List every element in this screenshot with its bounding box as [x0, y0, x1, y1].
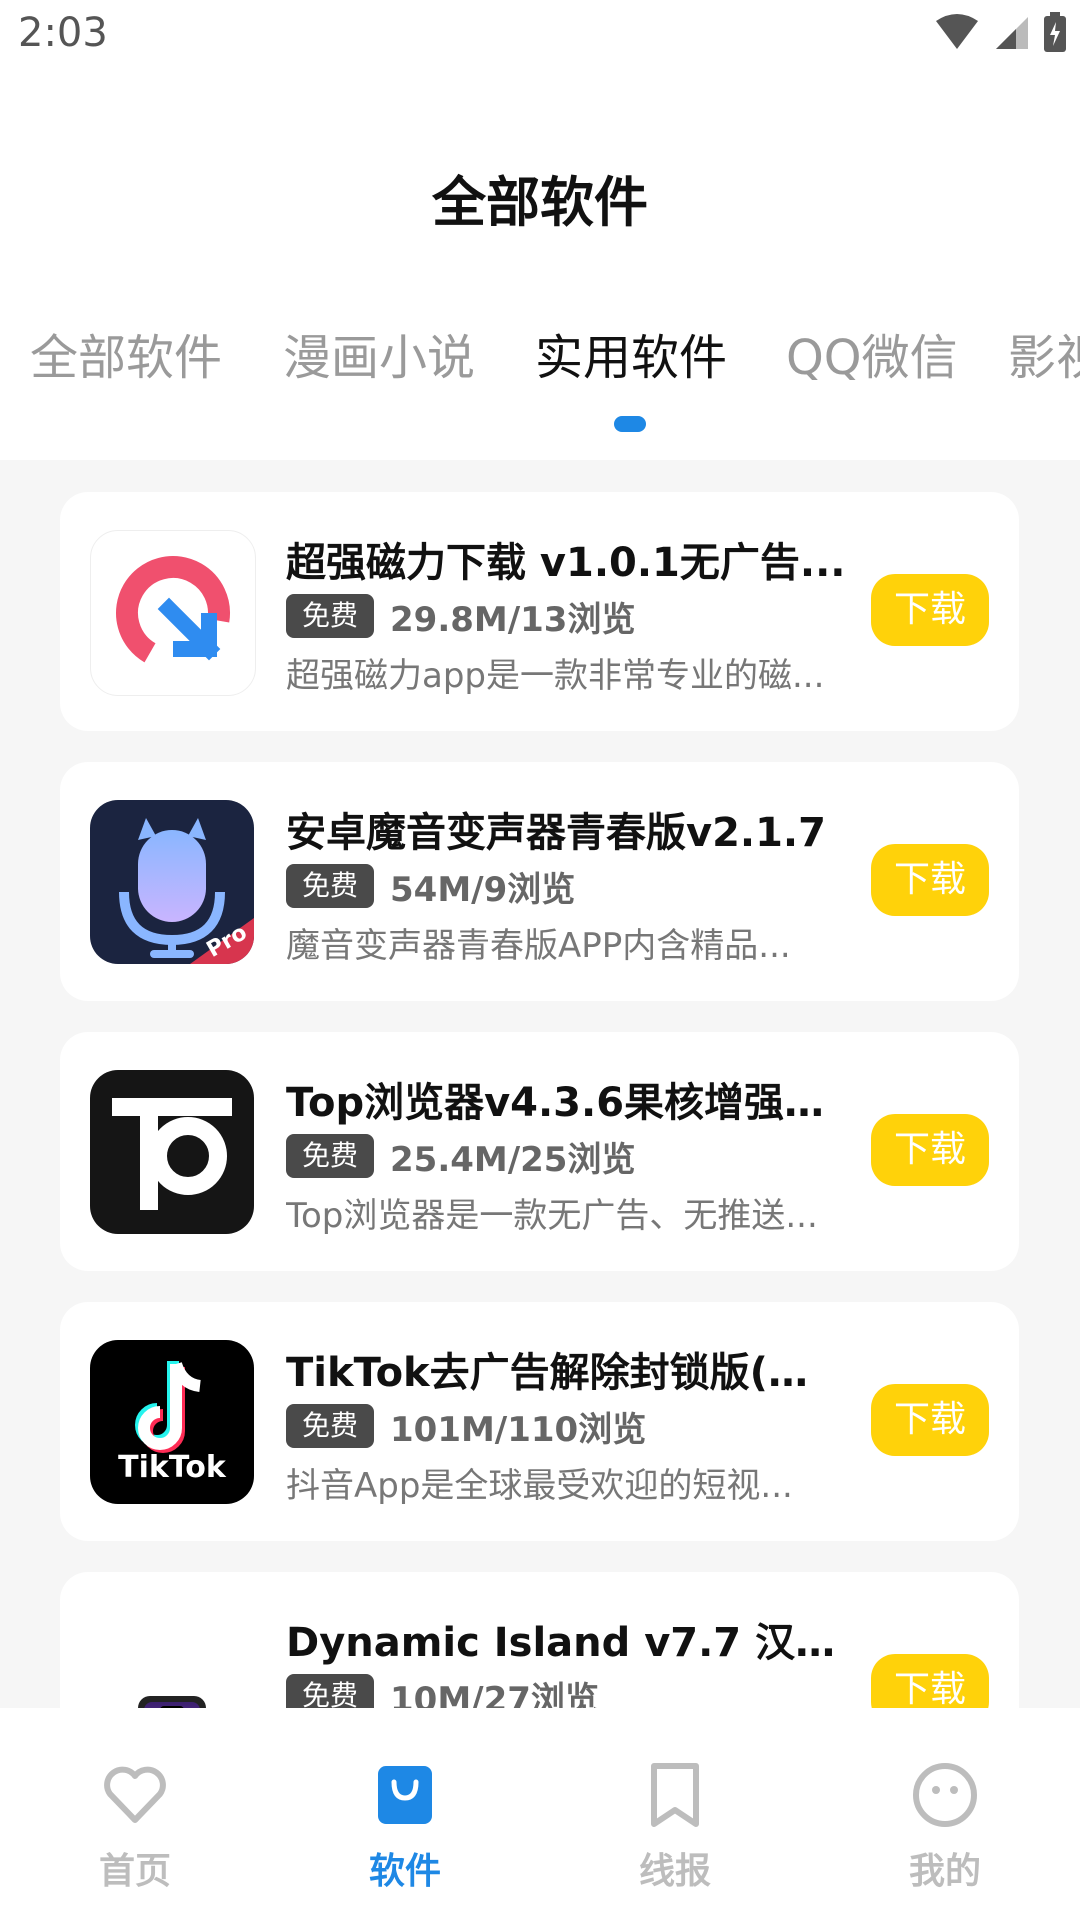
nav-deals[interactable]: 线报 — [595, 1760, 755, 1894]
heart-icon — [104, 1766, 166, 1823]
tab-utility-software[interactable]: 实用软件 — [535, 318, 727, 388]
app-meta: 25.4M/25浏览 — [390, 1140, 636, 1180]
app-name: 超强磁力下载 v1.0.1无广告... — [286, 540, 846, 586]
status-time: 2:03 — [18, 10, 108, 56]
app-meta: 54M/9浏览 — [390, 870, 576, 910]
app-card[interactable]: TikTok TikTok去广告解除封锁版(抖... 免费 101M/110浏览… — [60, 1302, 1019, 1541]
app-meta: 101M/110浏览 — [390, 1410, 647, 1450]
app-card[interactable]: Dynamic Island v7.7 汉化版... 免费 10M/27浏览 下… — [60, 1572, 1019, 1708]
app-description: 抖音App是全球最受欢迎的短视... — [286, 1466, 793, 1506]
bottom-nav: 首页 软件 线报 我的 — [0, 1708, 1080, 1920]
free-badge: 免费 — [286, 864, 374, 908]
app-name: 安卓魔音变声器青春版v2.1.7 — [286, 810, 826, 856]
download-button[interactable]: 下载 — [871, 1654, 989, 1708]
voice-changer-icon: Pro — [90, 800, 254, 964]
tab-all-software[interactable]: 全部软件 — [30, 318, 222, 388]
bookmark-icon — [651, 1763, 699, 1827]
signal-icon — [996, 17, 1028, 49]
nav-label: 首页 — [98, 1851, 171, 1892]
magnet-download-icon — [90, 530, 256, 696]
free-badge: 免费 — [286, 594, 374, 638]
app-description: 超强磁力app是一款非常专业的磁... — [286, 656, 825, 696]
app-card[interactable]: Top浏览器v4.3.6果核增强版... 免费 25.4M/25浏览 Top浏览… — [60, 1032, 1019, 1271]
status-icons — [934, 12, 1066, 52]
download-button[interactable]: 下载 — [871, 574, 989, 646]
tiktok-icon: TikTok — [90, 1340, 254, 1504]
app-list: 超强磁力下载 v1.0.1无广告... 免费 29.8M/13浏览 超强磁力ap… — [0, 460, 1080, 1708]
nav-profile[interactable]: 我的 — [865, 1760, 1025, 1894]
app-card[interactable]: 超强磁力下载 v1.0.1无广告... 免费 29.8M/13浏览 超强磁力ap… — [60, 492, 1019, 731]
battery-icon — [1044, 12, 1066, 52]
top-browser-icon — [90, 1070, 254, 1234]
phone-icon — [90, 1610, 254, 1708]
bag-icon — [378, 1766, 432, 1824]
app-card[interactable]: Pro 安卓魔音变声器青春版v2.1.7 免费 54M/9浏览 魔音变声器青春版… — [60, 762, 1019, 1001]
tab-comics-novels[interactable]: 漫画小说 — [283, 318, 475, 388]
nav-label: 软件 — [368, 1851, 441, 1892]
active-tab-indicator — [614, 416, 646, 432]
nav-home[interactable]: 首页 — [55, 1760, 215, 1894]
app-description: Top浏览器是一款无广告、无推送... — [286, 1196, 818, 1236]
tiktok-wordmark: TikTok — [118, 1450, 226, 1485]
download-button[interactable]: 下载 — [871, 1114, 989, 1186]
free-badge: 免费 — [286, 1134, 374, 1178]
status-bar: 2:03 — [0, 0, 1080, 76]
app-meta: 29.8M/13浏览 — [390, 600, 636, 640]
app-name: Dynamic Island v7.7 汉化版... — [286, 1620, 846, 1666]
tab-qq-wechat[interactable]: QQ微信 — [786, 318, 958, 388]
nav-label: 我的 — [908, 1851, 981, 1892]
free-badge: 免费 — [286, 1674, 374, 1708]
app-name: TikTok去广告解除封锁版(抖... — [286, 1350, 846, 1396]
free-badge: 免费 — [286, 1404, 374, 1448]
page-title: 全部软件 — [432, 171, 648, 234]
nav-label: 线报 — [638, 1851, 711, 1892]
app-meta: 10M/27浏览 — [390, 1680, 599, 1708]
wifi-icon — [936, 14, 978, 49]
app-name: Top浏览器v4.3.6果核增强版... — [286, 1080, 846, 1126]
download-button[interactable]: 下载 — [871, 1384, 989, 1456]
app-description: 魔音变声器青春版APP内含精品... — [286, 926, 791, 966]
category-tabs: 全部软件 漫画小说 实用软件 QQ微信 影视 — [0, 318, 1080, 458]
tab-video[interactable]: 影视 — [1008, 318, 1080, 388]
nav-software[interactable]: 软件 — [325, 1760, 485, 1894]
download-button[interactable]: 下载 — [871, 844, 989, 916]
smiley-icon — [913, 1763, 977, 1827]
